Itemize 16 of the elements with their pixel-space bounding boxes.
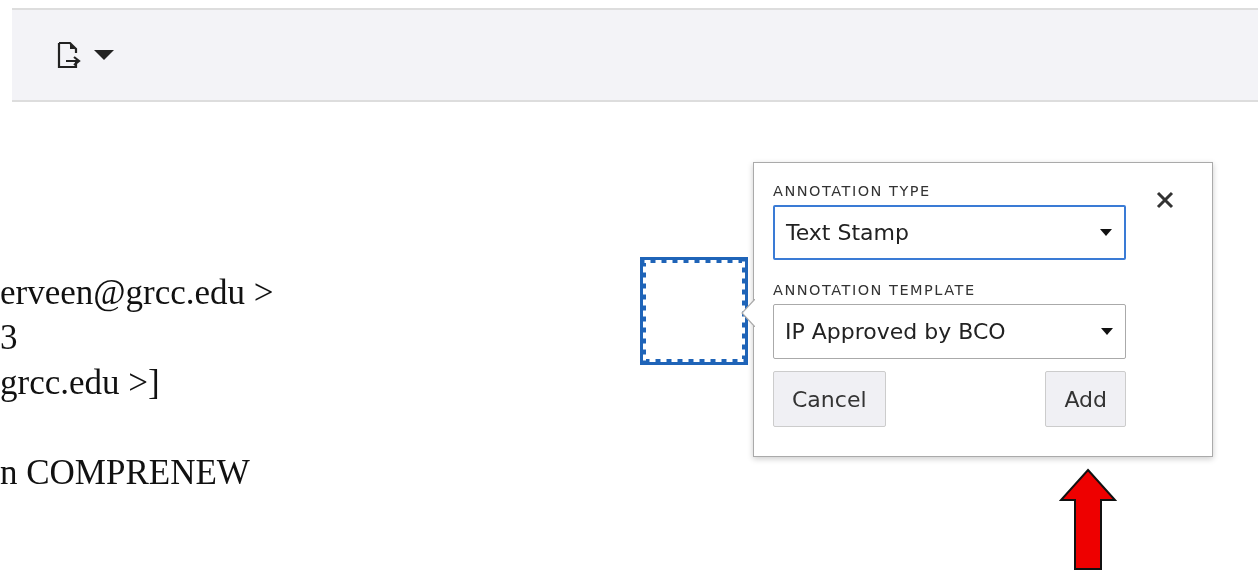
document-text: grcc.edu >] (0, 362, 160, 404)
selection-box[interactable] (640, 257, 748, 365)
field-label: ANNOTATION TEMPLATE (773, 282, 976, 298)
field-label: ANNOTATION TYPE (773, 183, 931, 199)
caret-icon (1100, 229, 1112, 236)
caret-icon (1101, 328, 1113, 335)
dropdown-field[interactable]: IP Approved by BCO (773, 304, 1126, 359)
document-arrow-icon (56, 40, 82, 70)
caret-icon (94, 49, 114, 61)
cancel-button[interactable]: Cancel (773, 371, 886, 427)
document-text: n COMPRENEW (0, 452, 250, 494)
document-text: erveen@grcc.edu > (0, 272, 274, 314)
document-text: 3 (0, 317, 18, 359)
add-button[interactable]: Add (1045, 371, 1126, 427)
close-icon[interactable] (1156, 191, 1174, 209)
dropdown-field[interactable]: Text Stamp (773, 205, 1126, 260)
